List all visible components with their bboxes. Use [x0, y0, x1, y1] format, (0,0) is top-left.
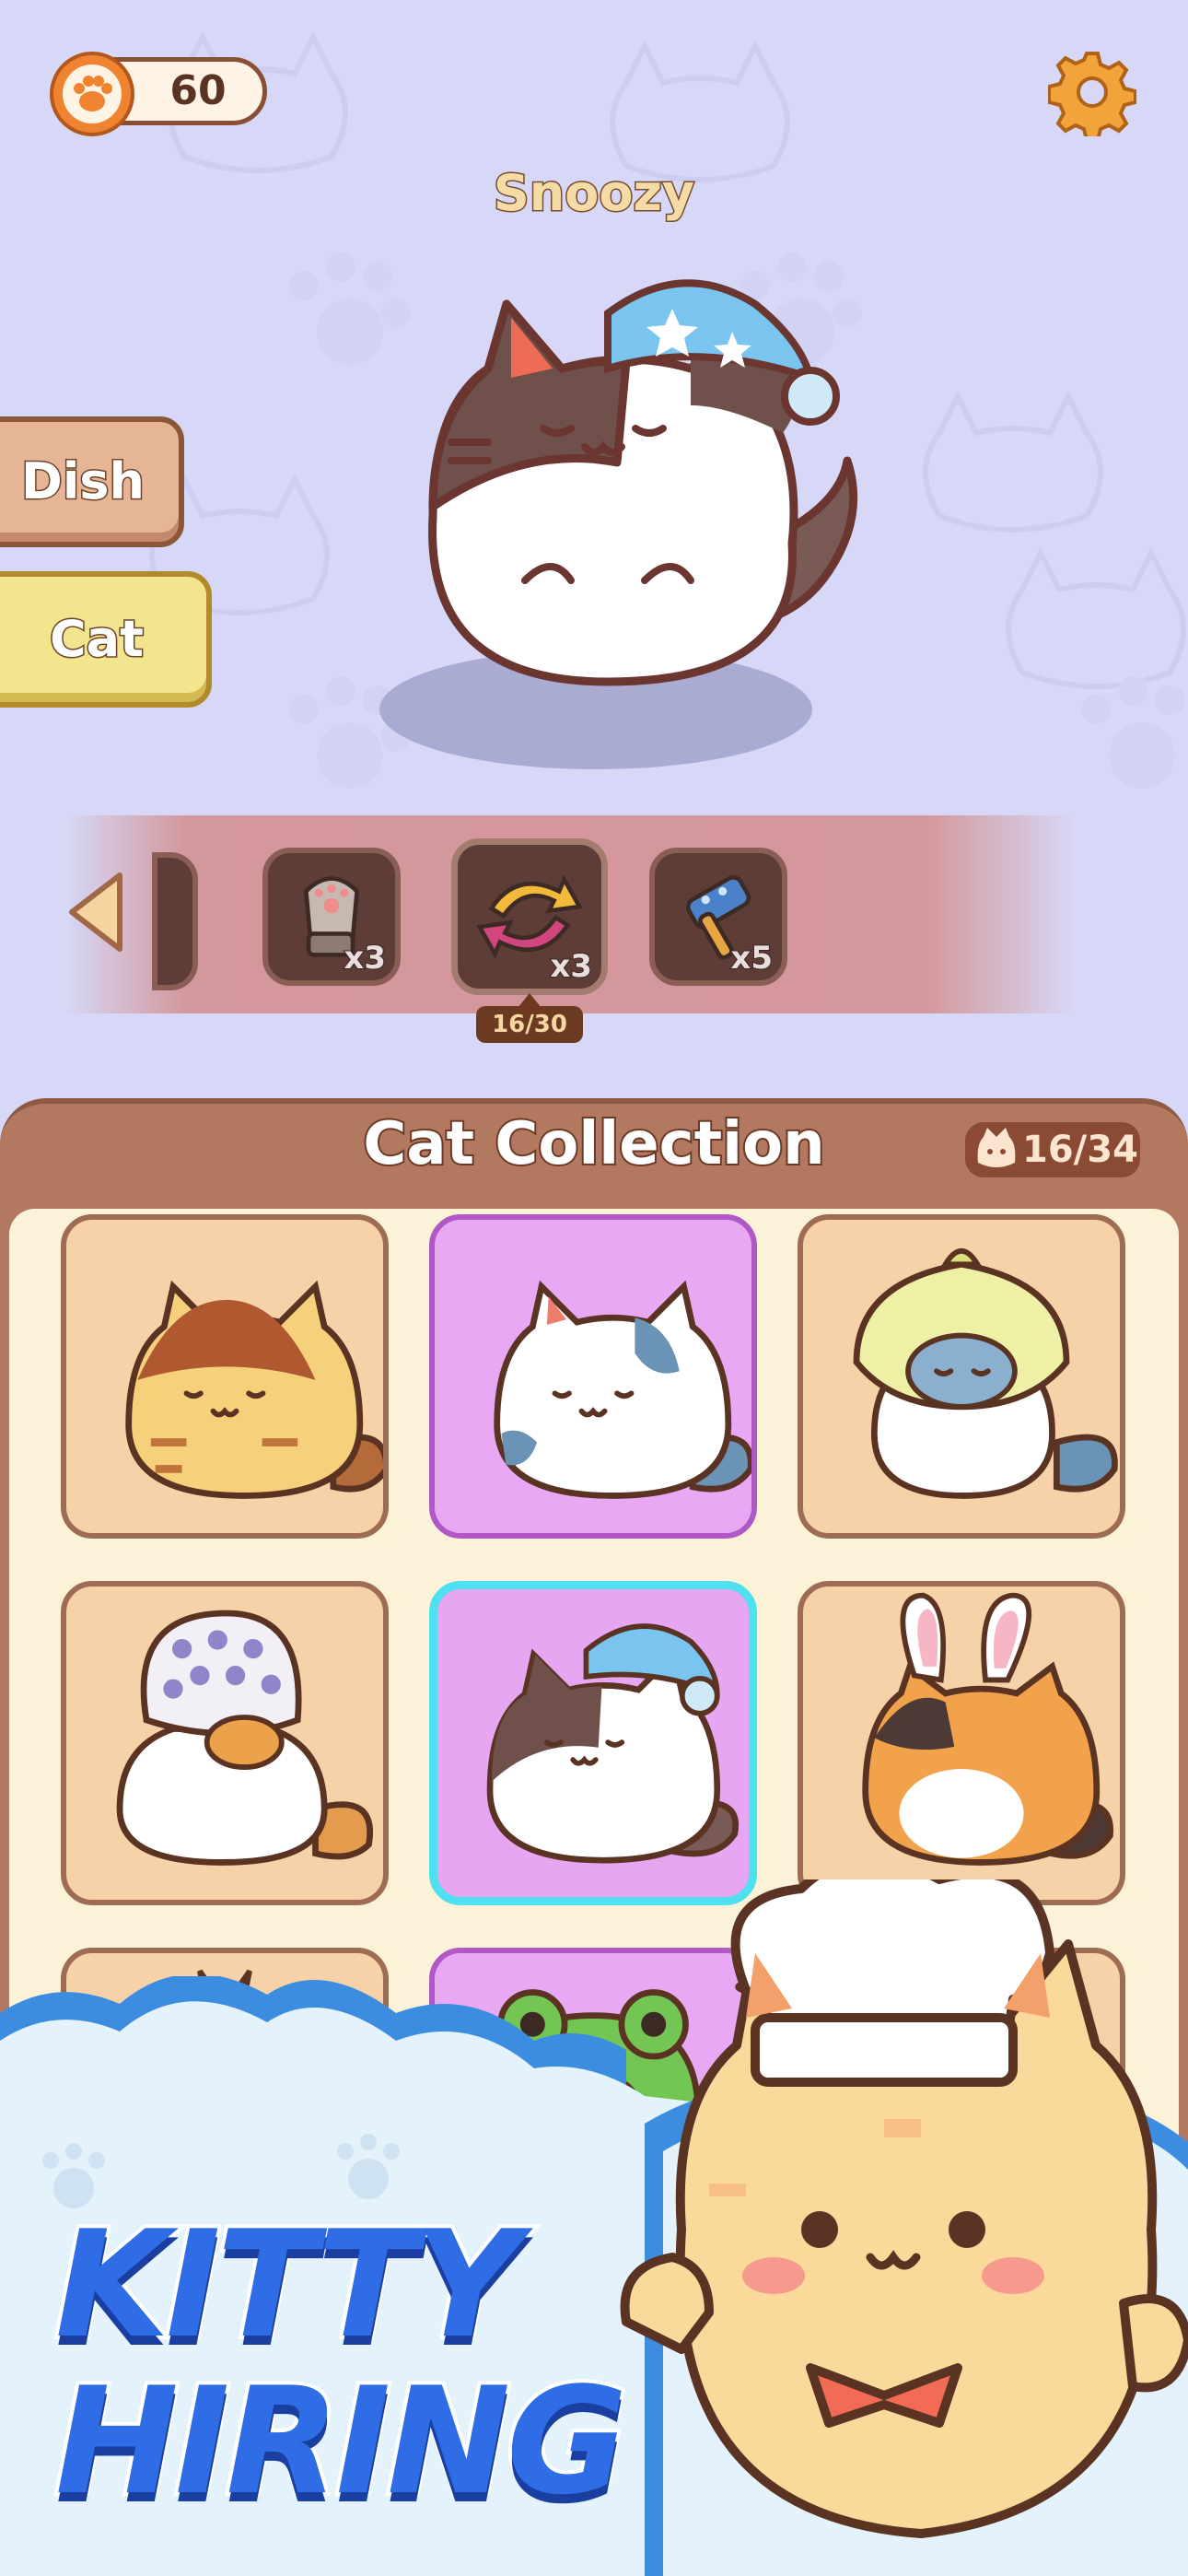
cat-name: Snoozy	[492, 163, 695, 224]
booster-count: x5	[729, 939, 774, 978]
left-arrow-icon[interactable]	[64, 871, 129, 954]
banner-title: KITTY HIRING	[52, 2198, 663, 2527]
chef-cat-mascot	[620, 1879, 1188, 2538]
booster-count: x3	[549, 947, 593, 986]
cat-card[interactable]	[429, 1214, 757, 1539]
banner-title-line2: HIRING	[52, 2355, 631, 2527]
snoozy-cat-icon	[486, 1623, 740, 1864]
onion-hat-cat-icon	[853, 1247, 1118, 1499]
gear-icon[interactable]	[1048, 48, 1136, 136]
banner-title-line1: KITTY	[52, 2198, 524, 2371]
coin-count: 60	[169, 67, 227, 114]
snoozy-cat-portrait	[428, 279, 858, 686]
bunny-ears-cat-icon	[862, 1592, 1113, 1866]
booster-paw-glove[interactable]: x3	[262, 848, 401, 986]
cat-card-selected[interactable]	[429, 1581, 757, 1905]
cat-card[interactable]	[61, 1214, 389, 1539]
paw-coin-icon	[50, 52, 134, 136]
booster-progress: 16/30	[476, 1006, 583, 1043]
blue-patch-cat-icon	[494, 1280, 751, 1499]
dish-tab-button[interactable]: Dish	[0, 416, 184, 547]
booster-hammer[interactable]: x5	[649, 848, 787, 986]
cat-tab-button[interactable]: Cat	[0, 571, 212, 708]
shower-cap-cat-icon	[116, 1610, 373, 1866]
tabby-cat-icon	[125, 1280, 383, 1499]
cat-card[interactable]	[798, 1581, 1125, 1905]
collection-title: Cat Collection	[361, 1108, 826, 1180]
booster-swap[interactable]: x3	[451, 838, 608, 995]
booster-previous[interactable]	[152, 852, 198, 990]
booster-count: x3	[343, 939, 387, 978]
cat-face-icon	[977, 1128, 1016, 1167]
cat-card[interactable]	[61, 1581, 389, 1905]
collection-count: 16/34	[1022, 1129, 1138, 1171]
cat-card[interactable]	[798, 1214, 1125, 1539]
